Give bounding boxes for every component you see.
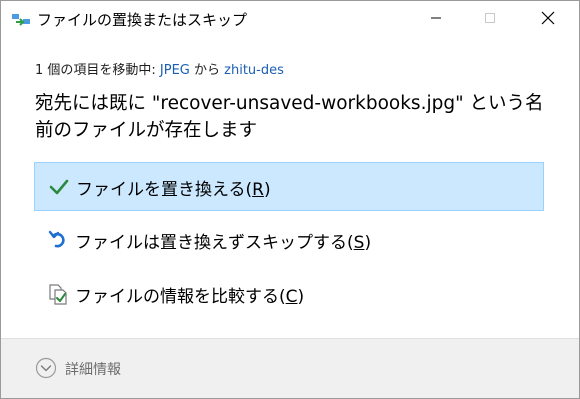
title-bar: ファイルの置換またはスキップ: [1, 1, 579, 35]
move-prefix: 1 個の項目を移動中:: [35, 63, 160, 78]
compare-file-option[interactable]: ファイルの情報を比較する(C): [34, 270, 544, 319]
skip-file-option[interactable]: ファイルは置き換えずスキップする(S): [34, 216, 544, 265]
replace-file-option[interactable]: ファイルを置き換える(R): [34, 162, 544, 211]
close-button[interactable]: [521, 1, 575, 35]
compare-file-label: ファイルの情報を比較する(C): [75, 287, 305, 307]
source-folder-link[interactable]: JPEG: [160, 63, 190, 78]
minimize-icon: [431, 17, 441, 19]
more-details-button[interactable]: 詳細情報: [65, 359, 121, 379]
maximize-button[interactable]: [463, 1, 517, 35]
maximize-icon: [485, 13, 495, 23]
chevron-down-circle-icon[interactable]: [35, 357, 57, 379]
conflict-message: 宛先には既に "recover-unsaved-workbooks.jpg" と…: [35, 93, 544, 141]
replace-file-label: ファイルを置き換える(R): [76, 180, 271, 200]
move-files-icon: [11, 11, 31, 27]
compare-files-icon: [47, 283, 69, 305]
move-middle: から: [189, 63, 225, 78]
move-progress-text: 1 個の項目を移動中: JPEG から zhitu-des: [35, 59, 284, 78]
skip-arrow-icon: [47, 229, 69, 251]
dialog-window: ファイルの置換またはスキップ 1 個の項目を移動中: JPEG から zhitu…: [0, 0, 580, 399]
skip-file-label: ファイルは置き換えずスキップする(S): [75, 233, 372, 253]
footer-bar: 詳細情報: [1, 338, 579, 398]
window-title: ファイルの置換またはスキップ: [37, 11, 248, 29]
close-icon: [541, 11, 555, 25]
destination-folder-link[interactable]: zhitu-des: [224, 63, 284, 78]
minimize-button[interactable]: [409, 1, 463, 35]
checkmark-icon: [48, 176, 70, 198]
